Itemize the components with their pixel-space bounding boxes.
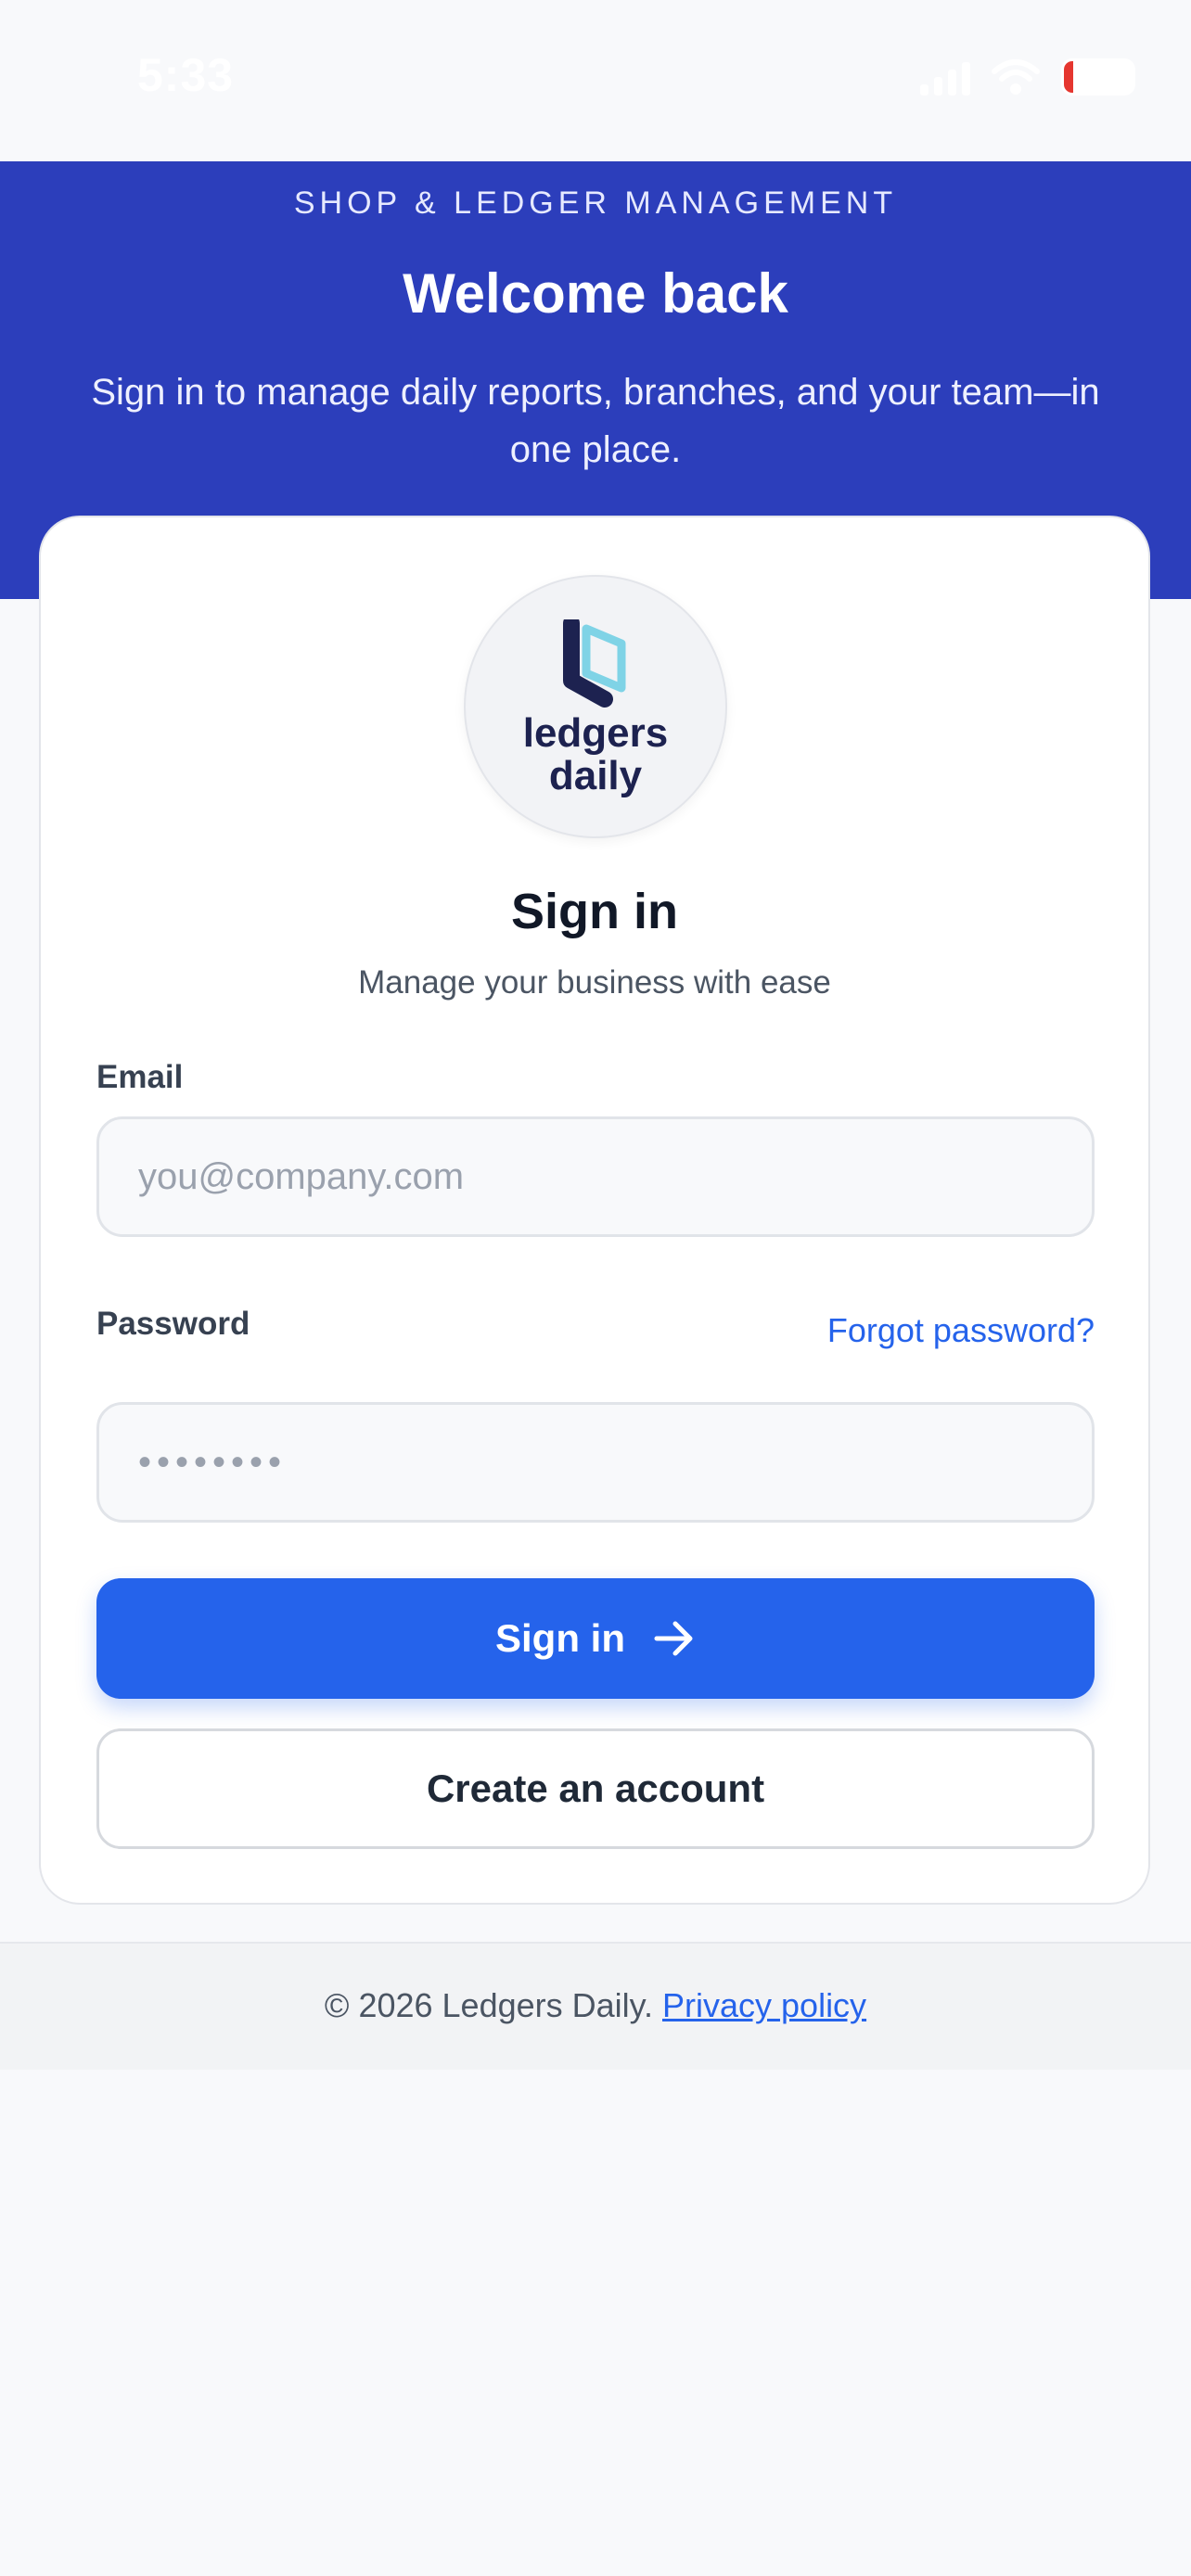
copyright-text: © 2026 Ledgers Daily. bbox=[324, 1986, 653, 2024]
status-icons: 6 bbox=[920, 54, 1135, 100]
cellular-signal-icon bbox=[920, 58, 970, 96]
hero-title: Welcome back bbox=[403, 262, 788, 325]
sign-in-button[interactable]: Sign in bbox=[96, 1578, 1095, 1699]
wifi-icon bbox=[991, 58, 1041, 96]
email-field[interactable] bbox=[96, 1116, 1095, 1237]
password-label: Password bbox=[96, 1306, 250, 1342]
hero-eyebrow: SHOP & LEDGER MANAGEMENT bbox=[293, 185, 898, 221]
logo-line-1: ledgers bbox=[522, 710, 669, 756]
privacy-policy-link[interactable]: Privacy policy bbox=[662, 1986, 866, 2024]
sign-in-button-label: Sign in bbox=[495, 1616, 625, 1660]
logo-wordmark: ledgers daily bbox=[464, 712, 727, 797]
email-label: Email bbox=[96, 1059, 184, 1095]
forgot-password-link[interactable]: Forgot password? bbox=[827, 1311, 1095, 1350]
footer-text: © 2026 Ledgers Daily. Privacy policy bbox=[0, 1986, 1191, 2025]
ledgers-daily-logo-icon bbox=[563, 619, 626, 708]
battery-icon: 6 bbox=[1061, 58, 1135, 96]
battery-level: 6 bbox=[1091, 62, 1106, 91]
card-title: Sign in bbox=[511, 884, 678, 939]
logo-line-2: daily bbox=[548, 753, 643, 798]
password-field[interactable] bbox=[96, 1402, 1095, 1523]
status-bar: 5:33 6 bbox=[0, 0, 1191, 161]
create-account-button[interactable]: Create an account bbox=[96, 1728, 1095, 1849]
hero-subtitle: Sign in to manage daily reports, branche… bbox=[91, 372, 1100, 470]
status-time: 5:33 bbox=[137, 49, 235, 101]
arrow-right-icon bbox=[654, 1621, 693, 1656]
card-subtitle: Manage your business with ease bbox=[358, 964, 831, 1001]
